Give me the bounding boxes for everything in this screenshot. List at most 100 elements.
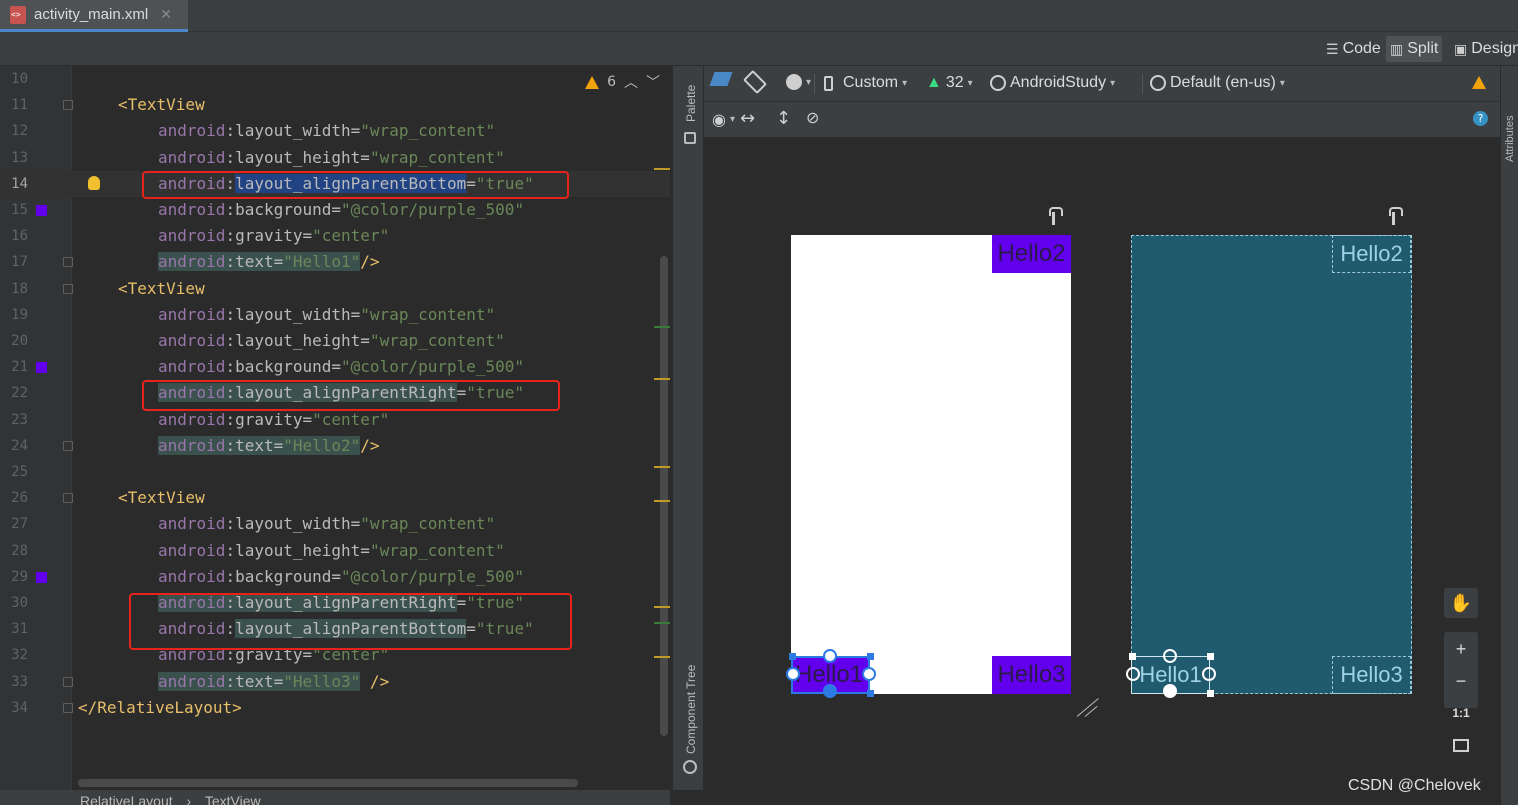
horizontal-resize-button[interactable]: ↔ (740, 108, 755, 129)
vertical-scrollbar[interactable] (660, 256, 668, 736)
code-line[interactable]: 13 android:layout_height="wrap_content" (0, 145, 670, 171)
fold-marker-icon[interactable] (63, 257, 73, 268)
code-line[interactable]: 10 (0, 66, 670, 92)
inspection-widget[interactable]: 6 ︿ ﹀ (585, 72, 660, 92)
zoom-fit-button[interactable] (1444, 730, 1478, 760)
textview-hello3[interactable]: Hello3 (992, 656, 1071, 694)
fold-marker-icon[interactable] (63, 702, 73, 713)
theme-selector[interactable]: AndroidStudy ▾ (990, 74, 1115, 92)
pan-button[interactable]: ✋ (1444, 588, 1478, 618)
warning-marker[interactable] (654, 168, 670, 170)
help-button[interactable]: ? (1473, 111, 1488, 126)
code-line[interactable]: 33 android:text="Hello3" /> (0, 669, 670, 695)
warning-marker[interactable] (654, 500, 670, 502)
vertical-resize-button[interactable]: ↕ (776, 108, 791, 129)
resize-handle[interactable] (1129, 653, 1136, 660)
line-number: 10 (11, 71, 28, 87)
issues-button[interactable] (1472, 76, 1486, 89)
one-to-one-label: 1:1 (1452, 706, 1470, 720)
code-line[interactable]: 16 android:gravity="center" (0, 223, 670, 249)
blueprint-preview[interactable] (1131, 235, 1412, 694)
blueprint-textview-hello3[interactable]: Hello3 (1332, 656, 1411, 694)
code-editor[interactable]: 10 11 <TextView 12 android:layout_width="wra… (0, 66, 670, 790)
fold-marker-icon[interactable] (63, 676, 73, 687)
fold-marker-icon[interactable] (63, 493, 73, 504)
constraint-handle[interactable] (823, 684, 837, 698)
wrench-icon[interactable] (1049, 207, 1063, 225)
zoom-out-button[interactable]: − (1444, 666, 1478, 696)
constraint-handle[interactable] (1126, 667, 1140, 681)
code-line[interactable]: 24 android:text="Hello2"/> (0, 433, 670, 459)
code-token: "wrap_content" (369, 540, 505, 560)
code-line[interactable]: 28 android:layout_height="wrap_content" (0, 538, 670, 564)
horizontal-scrollbar[interactable] (78, 779, 578, 787)
attributes-tab[interactable]: Attributes (1504, 116, 1516, 162)
code-token: <TextView (118, 488, 205, 508)
code-line[interactable]: 25 (0, 459, 670, 485)
fit-screen-icon (1453, 738, 1469, 752)
change-marker[interactable] (654, 326, 670, 328)
code-line[interactable]: 20 android:layout_height="wrap_content" (0, 328, 670, 354)
color-swatch-icon[interactable] (36, 362, 47, 374)
breadcrumb-item[interactable]: RelativeLayout (80, 793, 173, 805)
constraint-handle[interactable] (862, 667, 876, 681)
view-options-button[interactable]: ◉ ▾ (712, 110, 735, 129)
warning-marker[interactable] (654, 378, 670, 380)
zoom-actual-size-button[interactable]: 1:1 (1444, 698, 1478, 728)
tab-activity-main[interactable]: activity_main.xml ✕ (0, 0, 188, 32)
constraint-handle[interactable] (1202, 667, 1216, 681)
locale-selector[interactable]: Default (en-us) ▾ (1150, 74, 1285, 92)
fold-marker-icon[interactable] (63, 100, 73, 111)
code-line[interactable]: 17 android:text="Hello1"/> (0, 249, 670, 275)
code-line[interactable]: 26 <TextView (0, 485, 670, 511)
resize-handle[interactable] (1207, 690, 1214, 697)
design-preview[interactable] (791, 235, 1071, 694)
palette-tab[interactable]: Palette (684, 85, 698, 122)
code-line[interactable]: 12 android:layout_width="wrap_content" (0, 118, 670, 144)
code-line[interactable]: 21 android:background="@color/purple_500" (0, 354, 670, 380)
split-mode-button[interactable]: ▥ Split (1386, 36, 1443, 62)
code-line[interactable]: 29 android:background="@color/purple_500" (0, 564, 670, 590)
resize-handle[interactable] (867, 690, 874, 697)
lightbulb-icon[interactable] (88, 175, 100, 190)
canvas-resize-handle[interactable] (1075, 698, 1101, 718)
disable-autoconnect-button[interactable]: ⊘ (806, 108, 819, 127)
resize-handle[interactable] (1207, 653, 1214, 660)
wrench-icon[interactable] (1389, 207, 1403, 225)
device-selector[interactable]: Custom ▾ (824, 74, 907, 92)
code-line[interactable]: 19 android:layout_width="wrap_content" (0, 302, 670, 328)
resize-handle[interactable] (789, 653, 796, 660)
color-swatch-icon[interactable] (36, 571, 47, 583)
breadcrumb-item[interactable]: TextView (205, 793, 261, 805)
resize-handle[interactable] (867, 653, 874, 660)
component-tree-tab[interactable]: Component Tree (684, 665, 698, 754)
code-mode-button[interactable]: ☰ Code (1322, 36, 1385, 62)
layers-button[interactable] (709, 72, 733, 86)
api-level-selector[interactable]: ▲ 32 ▾ (926, 74, 973, 92)
constraint-handle[interactable] (823, 649, 837, 663)
chevron-down-icon[interactable]: ﹀ (646, 72, 660, 92)
warning-marker[interactable] (654, 466, 670, 468)
code-line[interactable]: 15 android:background="@color/purple_500" (0, 197, 670, 223)
textview-hello2[interactable]: Hello2 (992, 235, 1071, 273)
code-line[interactable]: 11 <TextView (0, 92, 670, 118)
blueprint-textview-hello2[interactable]: Hello2 (1332, 235, 1411, 273)
code-line[interactable]: 18 <TextView (0, 276, 670, 302)
warning-marker[interactable] (654, 656, 670, 658)
code-line[interactable]: 27 android:layout_width="wrap_content" (0, 511, 670, 537)
constraint-handle[interactable] (786, 667, 800, 681)
close-icon[interactable]: ✕ (160, 7, 172, 23)
chevron-up-icon[interactable]: ︿ (624, 72, 638, 92)
design-mode-button[interactable]: ▣ Design (1450, 36, 1518, 62)
fold-marker-icon[interactable] (63, 283, 73, 294)
color-swatch-icon[interactable] (36, 205, 47, 216)
change-marker[interactable] (654, 622, 670, 624)
warning-marker[interactable] (654, 606, 670, 608)
constraint-handle[interactable] (1163, 684, 1177, 698)
orientation-button[interactable] (742, 69, 768, 95)
constraint-handle[interactable] (1163, 649, 1177, 663)
zoom-in-button[interactable]: + (1444, 634, 1478, 664)
fold-marker-icon[interactable] (63, 440, 73, 451)
theme-mode-button[interactable]: ▾ (786, 74, 811, 90)
code-line[interactable]: 34 </RelativeLayout> (0, 695, 670, 721)
